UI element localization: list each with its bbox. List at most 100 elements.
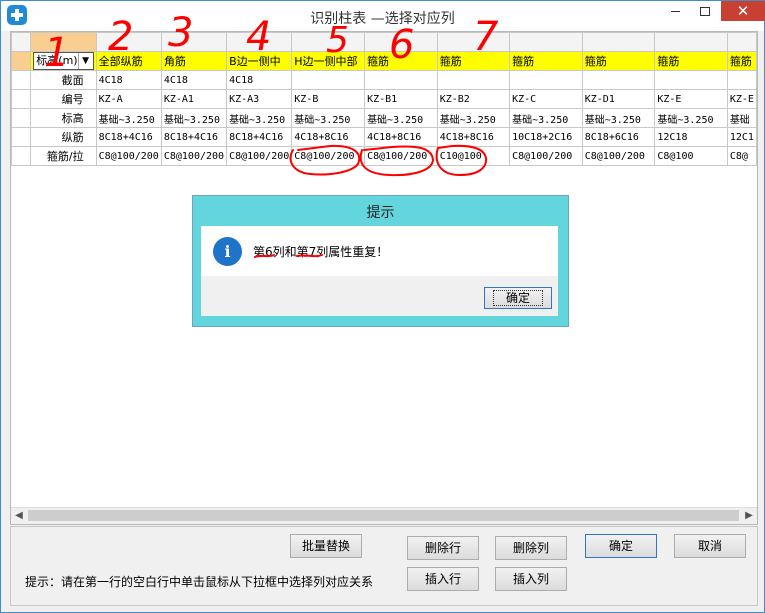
- minimize-button[interactable]: [661, 1, 689, 21]
- scroll-right-icon[interactable]: ▶: [741, 508, 757, 524]
- column-header[interactable]: [581, 32, 656, 52]
- table-cell[interactable]: 4C18+8C16: [291, 127, 366, 147]
- table-cell[interactable]: C8@100: [654, 146, 728, 166]
- table-cell[interactable]: 基础: [726, 108, 758, 128]
- table-cell[interactable]: KZ-A1: [160, 89, 228, 109]
- horizontal-scrollbar[interactable]: ◀ ▶: [11, 507, 757, 524]
- mapping-cell[interactable]: 箍筋: [581, 51, 656, 71]
- table-cell[interactable]: 4C18: [160, 70, 228, 90]
- row-header[interactable]: [10, 146, 32, 166]
- table-cell[interactable]: 基础~3.250: [226, 108, 293, 128]
- table-cell[interactable]: KZ-B2: [436, 89, 511, 109]
- mapping-cell[interactable]: 箍筋: [364, 51, 438, 71]
- table-cell[interactable]: 4C18+8C16: [436, 127, 511, 147]
- table-cell[interactable]: [291, 70, 366, 90]
- table-cell[interactable]: 4C18: [95, 70, 162, 90]
- table-cell[interactable]: [654, 70, 728, 90]
- mapping-cell[interactable]: H边一侧中部: [291, 51, 366, 71]
- mapping-cell[interactable]: 箍筋: [654, 51, 728, 71]
- table-cell[interactable]: 8C18+4C16: [160, 127, 228, 147]
- table-cell[interactable]: C8@: [726, 146, 758, 166]
- column-header[interactable]: [726, 32, 758, 52]
- table-cell[interactable]: 基础~3.250: [509, 108, 583, 128]
- table-cell[interactable]: 基础~3.250: [291, 108, 366, 128]
- chevron-down-icon[interactable]: ▼: [77, 53, 93, 69]
- table-cell[interactable]: KZ-E: [726, 89, 758, 109]
- table-cell[interactable]: [364, 70, 438, 90]
- table-cell[interactable]: KZ-B: [291, 89, 366, 109]
- ok-button[interactable]: 确定: [585, 534, 657, 558]
- column-header[interactable]: [654, 32, 728, 52]
- maximize-button[interactable]: [691, 1, 719, 21]
- table-cell[interactable]: C8@100/200: [364, 146, 438, 166]
- column-header[interactable]: [160, 32, 228, 52]
- scrollbar-thumb[interactable]: [28, 510, 739, 521]
- table-cell[interactable]: KZ-B1: [364, 89, 438, 109]
- mapping-cell[interactable]: 全部纵筋: [95, 51, 162, 71]
- column-header[interactable]: [226, 32, 293, 52]
- table-cell[interactable]: 基础~3.250: [436, 108, 511, 128]
- mapping-cell[interactable]: 箍筋: [726, 51, 758, 71]
- row-header[interactable]: [10, 70, 32, 90]
- column-header[interactable]: [291, 32, 366, 52]
- close-icon: ✕: [736, 2, 750, 20]
- row-header[interactable]: [10, 127, 32, 147]
- row-header[interactable]: [10, 89, 32, 109]
- table-cell[interactable]: KZ-D1: [581, 89, 656, 109]
- mapping-dropdown[interactable]: 标高(m) ▼: [30, 51, 97, 71]
- data-table: 标高(m) ▼ 全部纵筋 角筋 B边一侧中 H边一侧中部 箍筋 箍筋 箍筋 箍筋 …: [10, 32, 758, 166]
- table-cell[interactable]: KZ-C: [509, 89, 583, 109]
- delete-column-button[interactable]: 删除列: [495, 536, 567, 560]
- table-cell[interactable]: C8@100/200: [581, 146, 656, 166]
- delete-row-button[interactable]: 删除行: [407, 536, 479, 560]
- table-cell[interactable]: 12C18: [654, 127, 728, 147]
- table-cell[interactable]: [581, 70, 656, 90]
- mapping-cell[interactable]: B边一侧中: [226, 51, 293, 71]
- table-cell[interactable]: 基础~3.250: [581, 108, 656, 128]
- dialog-ok-button[interactable]: 确定: [484, 287, 552, 309]
- column-header[interactable]: [95, 32, 162, 52]
- table-cell[interactable]: 10C18+2C16: [509, 127, 583, 147]
- row-header[interactable]: [10, 51, 32, 71]
- table-cell[interactable]: 4C18: [226, 70, 293, 90]
- table-cell[interactable]: 4C18+8C16: [364, 127, 438, 147]
- table-cell[interactable]: KZ-A3: [226, 89, 293, 109]
- table-cell[interactable]: [509, 70, 583, 90]
- cancel-button[interactable]: 取消: [674, 534, 746, 558]
- mapping-dropdown-value: 标高(m): [36, 54, 78, 67]
- table-cell[interactable]: [726, 70, 758, 90]
- table-cell[interactable]: 8C18+4C16: [226, 127, 293, 147]
- table-cell[interactable]: C8@100/200: [160, 146, 228, 166]
- table-cell[interactable]: KZ-E: [654, 89, 728, 109]
- table-cell[interactable]: C8@100/200: [509, 146, 583, 166]
- table-cell[interactable]: 8C18+4C16: [95, 127, 162, 147]
- title-bar: 识别柱表 —选择对应列 ✕: [1, 1, 765, 31]
- mapping-cell[interactable]: 角筋: [160, 51, 228, 71]
- column-header[interactable]: [30, 32, 97, 52]
- column-header[interactable]: [509, 32, 583, 52]
- insert-column-button[interactable]: 插入列: [495, 567, 567, 591]
- table-cell[interactable]: KZ-A: [95, 89, 162, 109]
- table-cell[interactable]: 基础~3.250: [95, 108, 162, 128]
- table-cell[interactable]: 基础~3.250: [364, 108, 438, 128]
- row-header[interactable]: [10, 108, 32, 128]
- row-label: 纵筋: [30, 127, 97, 147]
- close-button[interactable]: ✕: [721, 1, 765, 21]
- column-header[interactable]: [364, 32, 438, 52]
- table-cell[interactable]: 基础~3.250: [160, 108, 228, 128]
- batch-replace-button[interactable]: 批量替换: [290, 534, 362, 558]
- row-label: 箍筋/拉: [30, 146, 97, 166]
- table-cell[interactable]: [436, 70, 511, 90]
- table-cell[interactable]: 12C1: [726, 127, 758, 147]
- table-cell[interactable]: 基础~3.250: [654, 108, 728, 128]
- table-cell[interactable]: C8@100/200: [226, 146, 293, 166]
- table-cell[interactable]: C10@100: [436, 146, 511, 166]
- insert-row-button[interactable]: 插入行: [407, 567, 479, 591]
- mapping-cell[interactable]: 箍筋: [509, 51, 583, 71]
- table-cell[interactable]: 8C18+6C16: [581, 127, 656, 147]
- table-cell[interactable]: C8@100/200: [95, 146, 162, 166]
- column-header[interactable]: [436, 32, 511, 52]
- scroll-left-icon[interactable]: ◀: [11, 508, 27, 524]
- table-cell[interactable]: C8@100/200: [291, 146, 366, 166]
- mapping-cell[interactable]: 箍筋: [436, 51, 511, 71]
